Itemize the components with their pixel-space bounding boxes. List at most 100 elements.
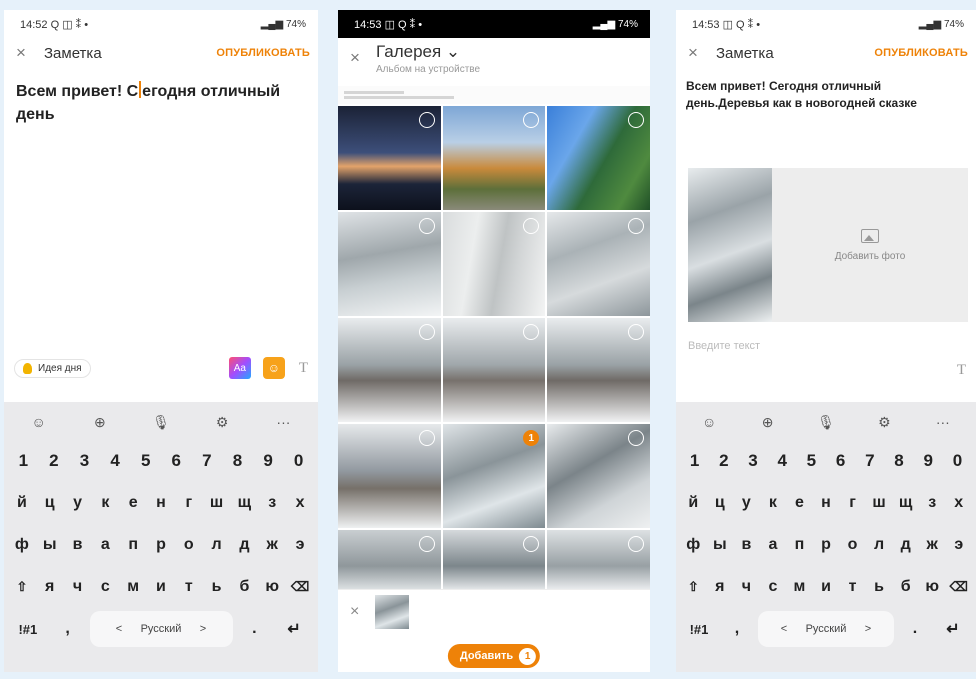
add-button[interactable]: Добавить 1 <box>447 644 541 668</box>
key[interactable]: ш <box>868 485 891 521</box>
key[interactable]: 2 <box>711 443 736 479</box>
gallery-photo[interactable] <box>442 212 546 316</box>
publish-button[interactable]: ОПУБЛИКОВАТЬ <box>874 47 968 59</box>
key[interactable]: 4 <box>102 443 129 479</box>
key[interactable]: 2 <box>41 443 68 479</box>
key[interactable]: 6 <box>828 443 853 479</box>
key[interactable]: р <box>149 527 173 563</box>
key[interactable]: т <box>841 569 864 605</box>
text-style-icon[interactable]: Aa <box>228 357 251 379</box>
key[interactable]: з <box>921 485 944 521</box>
add-photo-button[interactable]: Добавить фото <box>772 168 968 322</box>
emoji-key[interactable]: ☺ <box>682 404 736 440</box>
key[interactable]: з <box>260 485 284 521</box>
microphone-icon[interactable]: 🎙 <box>132 404 189 440</box>
backspace-key[interactable]: ⌫ <box>947 569 970 605</box>
key[interactable]: е <box>121 485 145 521</box>
key[interactable]: 8 <box>886 443 911 479</box>
gallery-photo[interactable] <box>547 530 650 590</box>
key[interactable]: а <box>93 527 117 563</box>
key[interactable]: ь <box>205 569 229 605</box>
key[interactable]: о <box>177 527 201 563</box>
key[interactable]: к <box>93 485 117 521</box>
key[interactable]: с <box>762 569 785 605</box>
gallery-photo[interactable] <box>547 106 650 210</box>
key[interactable]: ж <box>921 527 944 563</box>
key[interactable]: м <box>788 569 811 605</box>
shift-key[interactable]: ⇧ <box>10 569 34 605</box>
select-circle[interactable] <box>418 430 435 446</box>
period-key[interactable]: . <box>898 611 932 647</box>
key[interactable]: я <box>709 569 732 605</box>
key[interactable]: м <box>121 569 145 605</box>
settings-key[interactable]: ⚙ <box>857 404 911 440</box>
key[interactable]: 5 <box>799 443 824 479</box>
gallery-photo[interactable] <box>442 530 546 590</box>
comma-key[interactable]: , <box>720 611 754 647</box>
sticker-key[interactable]: ⊕ <box>740 404 794 440</box>
key[interactable]: 5 <box>132 443 159 479</box>
key[interactable]: д <box>894 527 917 563</box>
key[interactable]: х <box>947 485 970 521</box>
key[interactable]: п <box>121 527 145 563</box>
period-key[interactable]: . <box>237 611 273 647</box>
key[interactable]: г <box>841 485 864 521</box>
key[interactable]: ы <box>709 527 732 563</box>
close-icon[interactable]: × <box>688 43 712 63</box>
key[interactable]: д <box>233 527 257 563</box>
gallery-photo[interactable] <box>338 318 441 422</box>
publish-button[interactable]: ОПУБЛИКОВАТЬ <box>216 47 310 59</box>
note-text-area[interactable]: Всем привет! Сегодня отличный день <box>4 68 318 138</box>
key[interactable]: 1 <box>682 443 707 479</box>
symbols-key[interactable]: !#1 <box>682 611 716 647</box>
select-circle[interactable] <box>627 536 644 552</box>
key[interactable]: щ <box>233 485 257 521</box>
text-format-icon[interactable]: T <box>957 362 966 379</box>
note-text-area[interactable]: Всем привет! Сегодня отличный день.Дерев… <box>676 68 976 122</box>
key[interactable]: 1 <box>10 443 37 479</box>
key[interactable]: у <box>66 485 90 521</box>
gallery-photo[interactable] <box>547 424 650 528</box>
key[interactable]: 3 <box>71 443 98 479</box>
album-selector[interactable]: Галерея ⌄ <box>376 38 480 62</box>
more-key[interactable]: ··· <box>916 404 970 440</box>
key[interactable]: й <box>10 485 34 521</box>
select-circle[interactable] <box>627 430 644 446</box>
gallery-photo[interactable] <box>338 86 650 104</box>
selection-number-badge[interactable]: 1 <box>523 430 540 446</box>
key[interactable]: э <box>947 527 970 563</box>
gallery-photo[interactable] <box>338 212 441 316</box>
text-input-placeholder[interactable]: Введите текст <box>688 340 760 352</box>
shift-key[interactable]: ⇧ <box>682 569 705 605</box>
key[interactable]: 6 <box>163 443 190 479</box>
sticker-icon[interactable]: ☺ <box>262 357 285 379</box>
key[interactable]: и <box>815 569 838 605</box>
select-circle[interactable] <box>523 112 540 128</box>
microphone-icon[interactable]: 🎙 <box>799 404 853 440</box>
key[interactable]: 9 <box>255 443 282 479</box>
select-circle[interactable] <box>523 324 540 340</box>
idea-of-day-button[interactable]: Идея дня <box>14 358 91 378</box>
enter-key[interactable]: ↵ <box>276 611 312 647</box>
select-circle[interactable] <box>523 536 540 552</box>
select-circle[interactable] <box>523 218 540 234</box>
key[interactable]: ш <box>205 485 229 521</box>
key[interactable]: ц <box>38 485 62 521</box>
symbols-key[interactable]: !#1 <box>10 611 46 647</box>
key[interactable]: 7 <box>194 443 221 479</box>
space-bar[interactable]: < Русский > <box>89 611 233 647</box>
key[interactable]: 0 <box>945 443 970 479</box>
key[interactable]: в <box>66 527 90 563</box>
more-key[interactable]: ··· <box>255 404 312 440</box>
backspace-key[interactable]: ⌫ <box>288 569 312 605</box>
comma-key[interactable]: , <box>50 611 86 647</box>
key[interactable]: ч <box>735 569 758 605</box>
key[interactable]: л <box>868 527 891 563</box>
key[interactable]: 8 <box>224 443 251 479</box>
gallery-photo[interactable] <box>442 318 546 422</box>
select-circle[interactable] <box>418 536 435 552</box>
gallery-photo[interactable] <box>338 106 441 210</box>
space-bar[interactable]: < Русский > <box>758 611 894 647</box>
key[interactable]: т <box>177 569 201 605</box>
key[interactable]: 0 <box>285 443 312 479</box>
